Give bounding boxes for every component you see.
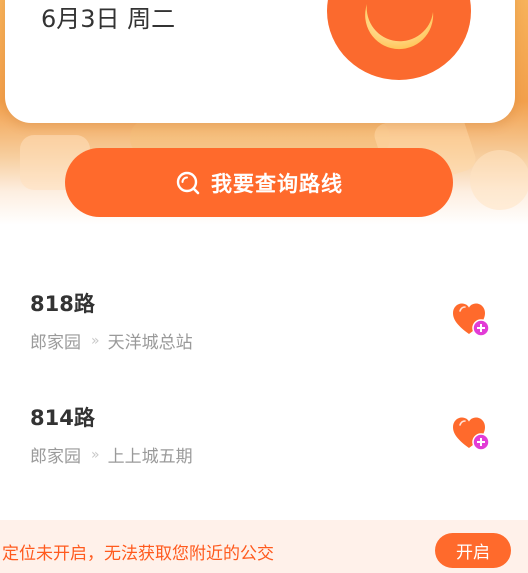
enable-location-button[interactable]: 开启 xyxy=(435,533,511,568)
search-icon xyxy=(176,171,200,194)
route-item-818[interactable]: 818路 郎家园 » 天洋城总站 xyxy=(0,288,528,388)
route-start-stop: 郎家园 xyxy=(30,447,81,467)
route-item-814[interactable]: 814路 郎家园 » 上上城五期 xyxy=(0,402,528,502)
moon-icon xyxy=(327,0,471,80)
route-stops: 郎家园 » 上上城五期 xyxy=(30,442,193,468)
route-end-stop: 上上城五期 xyxy=(107,447,193,467)
favorite-add-icon[interactable] xyxy=(452,416,492,452)
double-chevron-right-icon: » xyxy=(91,332,99,349)
query-route-label: 我要查询路线 xyxy=(211,172,343,196)
route-name: 818路 xyxy=(30,292,95,316)
double-chevron-right-icon: » xyxy=(91,446,99,463)
current-date: 6月3日 周二 xyxy=(41,5,176,33)
favorite-add-icon[interactable] xyxy=(452,302,492,338)
location-permission-banner: 定位未开启，无法获取您附近的公交 开启 xyxy=(0,520,528,573)
location-notice-text: 定位未开启，无法获取您附近的公交 xyxy=(2,544,274,564)
route-end-stop: 天洋城总站 xyxy=(107,333,193,353)
query-route-button[interactable]: 我要查询路线 xyxy=(65,148,453,217)
route-name: 814路 xyxy=(30,406,95,430)
route-stops: 郎家园 » 天洋城总站 xyxy=(30,328,193,354)
route-start-stop: 郎家园 xyxy=(30,333,81,353)
decoration xyxy=(470,150,528,210)
